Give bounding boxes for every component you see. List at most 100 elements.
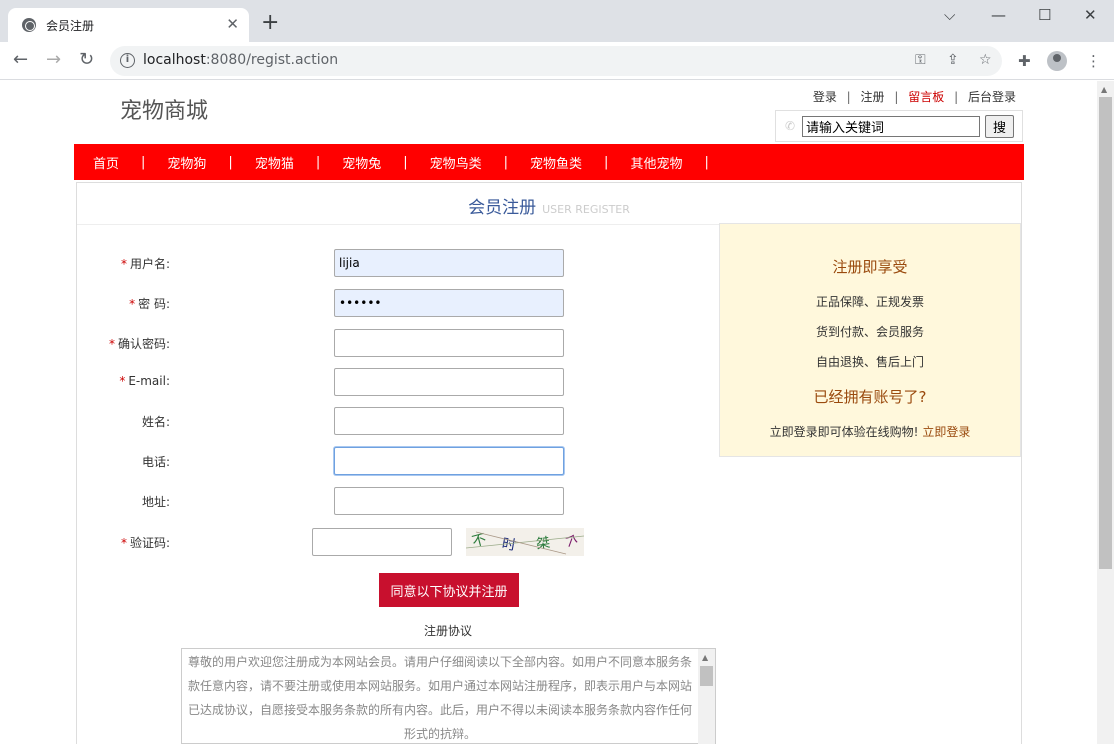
message-board-link[interactable]: 留言板	[908, 90, 944, 104]
nav-item[interactable]: 宠物猫	[255, 153, 294, 172]
forward-arrow-icon[interactable]: →	[46, 50, 61, 70]
form-row: * 用户名:	[0, 249, 600, 277]
search-button[interactable]: 搜	[985, 115, 1014, 138]
search-box: ✆ 搜	[775, 110, 1023, 142]
form-row: * 确认密码:	[0, 329, 600, 357]
agreement-title: 注册协议	[424, 624, 473, 638]
agreement-scrollbar[interactable]: ▲	[698, 649, 715, 744]
register-header: 会员注册 USER REGISTER	[77, 183, 1021, 225]
share-icon[interactable]: ⇪	[947, 52, 959, 68]
form-input[interactable]	[334, 289, 564, 317]
main-nav: 首页 | 宠物狗 | 宠物猫 | 宠物兔 | 宠物鸟类 | 宠物鱼类 | 其他宠物 |	[74, 144, 1024, 180]
nav-item[interactable]: 宠物兔	[342, 153, 381, 172]
field-label: * 用户名:	[120, 257, 170, 271]
form-input[interactable]	[334, 487, 564, 515]
login-prompt: 立即登录即可体验在线购物! 立即登录	[720, 423, 1020, 440]
captcha-noise	[466, 531, 584, 555]
page-scrollbar[interactable]: ▲	[1097, 81, 1114, 744]
browser-tabbar: 会员注册 ✕ + ⌵ — ☐ ✕	[0, 0, 1114, 42]
captcha-input[interactable]	[312, 528, 452, 556]
nav-item[interactable]: 宠物狗	[167, 153, 206, 172]
required-marker: *	[120, 257, 127, 271]
benefit-item: 自由退换、售后上门	[815, 355, 924, 369]
scroll-up-icon[interactable]: ▲	[702, 653, 708, 662]
nav-separator: |	[503, 154, 509, 170]
field-label: * E-mail:	[119, 374, 170, 388]
field-label: * 密 码:	[129, 297, 170, 311]
nav-separator: |	[704, 154, 709, 170]
new-tab-button[interactable]: +	[261, 12, 279, 34]
field-label: 地址:	[141, 495, 170, 509]
nav-item[interactable]: 其他宠物	[630, 153, 682, 172]
have-account-heading: 已经拥有账号了?	[813, 388, 927, 406]
site-info-icon[interactable]: i	[120, 53, 135, 68]
form-input[interactable]	[334, 249, 564, 277]
extensions-icon[interactable]: ✚	[1018, 52, 1031, 70]
nav-separator: |	[315, 154, 321, 170]
captcha-label: 验证码:	[129, 536, 170, 550]
maximize-button[interactable]: ☐	[1038, 6, 1051, 24]
globe-icon	[22, 18, 36, 32]
field-label: 电话:	[141, 455, 170, 469]
form-row: 电话:	[0, 447, 600, 475]
url-text[interactable]: localhost:8080/regist.action	[143, 52, 338, 68]
nav-separator: |	[228, 154, 233, 170]
benefit-item: 正品保障、正规发票	[815, 295, 924, 309]
benefits-panel: 注册即享受 正品保障、正规发票 货到付款、会员服务 自由退换、售后上门 已经拥有…	[719, 223, 1021, 457]
tab-title: 会员注册	[46, 19, 95, 33]
agree-register-button[interactable]: 同意以下协议并注册	[379, 573, 519, 607]
form-row: * 密 码:	[0, 289, 600, 317]
admin-login-link[interactable]: 后台登录	[968, 90, 1016, 104]
menu-icon[interactable]: ⋮	[1086, 52, 1101, 70]
agreement-textarea[interactable]: 尊敬的用户欢迎您注册成为本网站会员。请用户仔细阅读以下全部内容。如用户不同意本服…	[181, 648, 716, 744]
form-row: 地址:	[0, 487, 600, 515]
benefits-heading: 注册即享受	[832, 258, 908, 276]
nav-item[interactable]: 宠物鸟类	[430, 153, 482, 172]
captcha-image[interactable]: 不 时 桀 个	[466, 528, 584, 556]
agreement-text: 尊敬的用户欢迎您注册成为本网站会员。请用户仔细阅读以下全部内容。如用户不同意本服…	[187, 655, 692, 741]
required-marker: *	[129, 297, 136, 311]
nav-item[interactable]: 宠物鱼类	[530, 153, 582, 172]
back-arrow-icon[interactable]: ←	[13, 50, 28, 70]
form-input[interactable]	[334, 329, 564, 357]
benefit-item: 货到付款、会员服务	[815, 325, 924, 339]
top-links: 登录 | 注册 | 留言板 | 后台登录	[812, 90, 1016, 104]
phone-icon: ✆	[785, 119, 796, 133]
form-input[interactable]	[334, 368, 564, 396]
browser-tab[interactable]: 会员注册 ✕	[8, 8, 249, 42]
nav-item[interactable]: 首页	[93, 153, 119, 172]
browser-toolbar: ← → ↻ i localhost:8080/regist.action ⚿ ⇪…	[0, 42, 1114, 80]
agreement-scroll-thumb[interactable]	[700, 666, 713, 686]
login-now-link[interactable]: 立即登录	[922, 425, 970, 439]
minimize-button[interactable]: —	[991, 6, 1006, 24]
field-label: * 确认密码:	[108, 337, 170, 351]
nav-separator: |	[403, 154, 408, 170]
register-title-en: USER REGISTER	[542, 203, 630, 216]
reload-icon[interactable]: ↻	[79, 50, 94, 70]
nav-separator: |	[604, 154, 609, 170]
profile-avatar[interactable]	[1047, 51, 1067, 71]
required-marker: *	[119, 374, 126, 388]
scroll-up-icon[interactable]: ▲	[1101, 85, 1107, 94]
address-bar[interactable]: i localhost:8080/regist.action ⚿ ⇪ ☆	[110, 46, 1002, 76]
page-content: 宠物商城 登录 | 注册 | 留言板 | 后台登录 ✆ 搜 首页 | 宠物狗 | 宠物猫…	[0, 81, 1097, 744]
nav-separator: |	[141, 154, 146, 170]
required-marker: *	[108, 337, 115, 351]
login-link[interactable]: 登录	[813, 90, 837, 104]
key-icon[interactable]: ⚿	[915, 52, 926, 68]
register-title: 会员注册	[468, 198, 537, 218]
form-row: 姓名:	[0, 407, 600, 435]
form-row: * E-mail:	[0, 368, 600, 396]
form-input[interactable]	[334, 447, 564, 475]
tab-search-icon[interactable]: ⌵	[944, 6, 955, 24]
field-label: 姓名:	[141, 415, 170, 429]
scrollbar-thumb[interactable]	[1099, 97, 1112, 569]
login-prompt-text: 立即登录即可体验在线购物!	[769, 425, 919, 439]
search-input[interactable]	[802, 116, 980, 137]
tab-close-icon[interactable]: ✕	[226, 15, 239, 33]
star-icon[interactable]: ☆	[979, 52, 992, 68]
register-link[interactable]: 注册	[861, 90, 885, 104]
close-window-button[interactable]: ✕	[1084, 6, 1097, 24]
site-logo[interactable]: 宠物商城	[120, 93, 208, 125]
form-input[interactable]	[334, 407, 564, 435]
